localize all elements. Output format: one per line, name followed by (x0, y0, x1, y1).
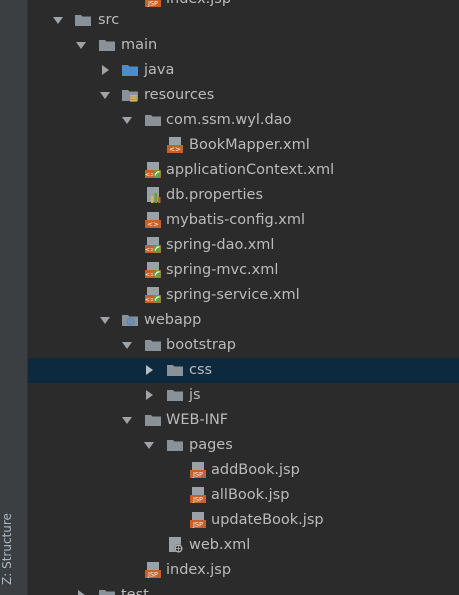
tree-label: webapp (144, 312, 202, 328)
tree-label: mybatis-config.xml (166, 212, 306, 228)
tree-row-index-jsp[interactable]: JSP index.jsp (28, 558, 459, 583)
tree-row-main[interactable]: main (28, 33, 459, 58)
tree-label: resources (144, 87, 215, 103)
xml-file-icon: <> (166, 136, 184, 154)
jsp-file-icon: JSP (189, 461, 207, 479)
tree-row-bookmapper[interactable]: <> BookMapper.xml (28, 133, 459, 158)
tree-label: index.jsp (166, 562, 232, 578)
jsp-badge-text: JSP (192, 496, 203, 504)
tree-row-bootstrap[interactable]: bootstrap (28, 333, 459, 358)
folder-icon (144, 411, 162, 429)
tree-row-resources[interactable]: resources (28, 83, 459, 108)
tree-label: java (144, 62, 175, 78)
resources-folder-icon (121, 86, 139, 104)
jsp-badge-text: JSP (147, 571, 158, 579)
folder-icon (74, 11, 92, 29)
project-tool-window: Z: Structure JSP index.jsp src (0, 0, 459, 595)
tree-label: addBook.jsp (211, 462, 300, 478)
folder-icon (98, 36, 116, 54)
spring-xml-icon: <> (144, 261, 162, 279)
tree-row-pages[interactable]: pages (28, 433, 459, 458)
tree-row-test[interactable]: test (28, 583, 459, 595)
tree-label: web.xml (189, 537, 251, 553)
expanded-arrow-icon[interactable] (100, 90, 110, 100)
jsp-file-icon: JSP (189, 486, 207, 504)
spring-xml-icon: <> (144, 286, 162, 304)
tree-row-springmvc[interactable]: <> spring-mvc.xml (28, 258, 459, 283)
spring-xml-icon: <> (144, 161, 162, 179)
svg-text:JSP: JSP (147, 0, 158, 8)
tree-label: BookMapper.xml (189, 137, 310, 153)
tree-row-java[interactable]: java (28, 58, 459, 83)
tree-row-webapp[interactable]: webapp (28, 308, 459, 333)
tree-label: allBook.jsp (211, 487, 290, 503)
tree-row-springdao[interactable]: <> spring-dao.xml (28, 233, 459, 258)
tree-label: com.ssm.wyl.dao (166, 112, 292, 128)
collapsed-arrow-icon[interactable] (100, 65, 110, 75)
jsp-file-icon: JSP (144, 561, 162, 579)
tree-row-js[interactable]: js (28, 383, 459, 408)
properties-file-icon (144, 186, 162, 204)
tree-row-appcontext[interactable]: <> applicationContext.xml (28, 158, 459, 183)
source-folder-icon (121, 61, 139, 79)
left-tool-strip: Z: Structure (0, 0, 28, 595)
web-xml-icon (166, 536, 184, 554)
structure-tab-label: Z: Structure (0, 513, 14, 585)
tree-row-webinf[interactable]: WEB-INF (28, 408, 459, 433)
tree-row-updatebook[interactable]: JSP updateBook.jsp (28, 508, 459, 533)
tree-label: bootstrap (166, 337, 236, 353)
tree-row-src[interactable]: src (28, 8, 459, 33)
folder-icon (166, 436, 184, 454)
collapsed-arrow-icon[interactable] (144, 390, 154, 400)
tree-row-mybatis[interactable]: <> mybatis-config.xml (28, 208, 459, 233)
spring-xml-icon: <> (144, 236, 162, 254)
structure-tab[interactable]: Z: Structure (0, 505, 24, 585)
tree-label: src (98, 12, 120, 28)
expanded-arrow-icon[interactable] (144, 440, 154, 450)
tree-label: updateBook.jsp (211, 512, 324, 528)
tree-label: js (189, 387, 201, 403)
tree-label: test (121, 587, 149, 595)
tree-label: spring-dao.xml (166, 237, 275, 253)
expanded-arrow-icon[interactable] (76, 40, 86, 50)
tree-row-css[interactable]: css (28, 358, 459, 383)
expanded-arrow-icon[interactable] (122, 415, 132, 425)
tree-label: spring-service.xml (166, 287, 300, 303)
tree-row-addbook[interactable]: JSP addBook.jsp (28, 458, 459, 483)
folder-icon (98, 586, 116, 595)
web-folder-icon (121, 311, 139, 329)
tree-row-webxml[interactable]: web.xml (28, 533, 459, 558)
collapsed-arrow-icon[interactable] (76, 590, 86, 595)
svg-text:<>: <> (147, 221, 159, 229)
jsp-badge-text: JSP (192, 471, 203, 479)
tree-label: spring-mvc.xml (166, 262, 279, 278)
project-tree: JSP index.jsp src main (28, 0, 459, 595)
tree-label: db.properties (166, 187, 264, 203)
tree-row-dbprops[interactable]: db.properties (28, 183, 459, 208)
jsp-file-icon: JSP (189, 511, 207, 529)
xml-file-icon: <> (144, 211, 162, 229)
svg-text:<>: <> (169, 146, 181, 154)
folder-icon (166, 361, 184, 379)
expanded-arrow-icon[interactable] (53, 15, 63, 25)
tree-label: WEB-INF (166, 412, 229, 428)
jsp-file-icon: JSP (144, 0, 162, 8)
tree-label: pages (189, 437, 233, 453)
collapsed-arrow-icon[interactable] (144, 365, 154, 375)
folder-icon (144, 111, 162, 129)
tree-row-springservice[interactable]: <> spring-service.xml (28, 283, 459, 308)
jsp-badge-text: JSP (192, 521, 203, 529)
tree-label: css (189, 362, 213, 378)
tree-label: main (121, 37, 158, 53)
expanded-arrow-icon[interactable] (100, 315, 110, 325)
folder-icon (166, 386, 184, 404)
expanded-arrow-icon[interactable] (122, 340, 132, 350)
folder-icon (144, 336, 162, 354)
tree-label: index.jsp (166, 0, 231, 8)
tree-row-allbook[interactable]: JSP allBook.jsp (28, 483, 459, 508)
tree-row-dao-package[interactable]: com.ssm.wyl.dao (28, 108, 459, 133)
tree-label: applicationContext.xml (166, 162, 335, 178)
expanded-arrow-icon[interactable] (122, 115, 132, 125)
